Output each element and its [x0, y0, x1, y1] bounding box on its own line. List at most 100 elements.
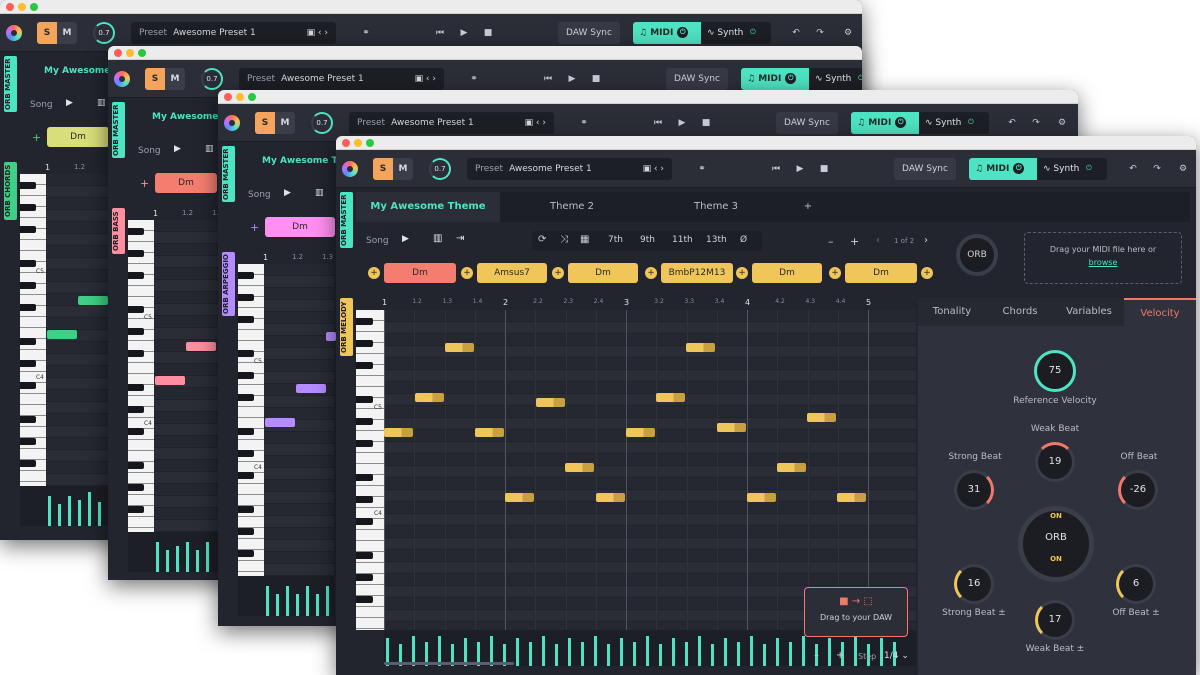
- step-select[interactable]: 1/4 ⌄: [884, 651, 909, 661]
- redo-icon[interactable]: ↷: [1149, 158, 1165, 180]
- close-dot[interactable]: [342, 139, 350, 147]
- note[interactable]: [626, 428, 655, 437]
- velocity-bar[interactable]: [828, 638, 831, 666]
- preset-selector[interactable]: Preset Awesome Preset 1 ▣ ‹ ›: [349, 112, 554, 134]
- velocity-bar[interactable]: [763, 644, 766, 666]
- velocity-bar[interactable]: [529, 642, 532, 666]
- undo-icon[interactable]: ↶: [788, 22, 804, 44]
- off-beat-knob[interactable]: -26: [1118, 470, 1158, 510]
- add-chord-icon[interactable]: +: [250, 221, 259, 234]
- orb-master-tab[interactable]: ORB MASTER: [112, 102, 125, 158]
- add-chord-icon[interactable]: +: [368, 267, 380, 279]
- close-dot[interactable]: [224, 93, 232, 101]
- preset-arrows-icon[interactable]: ▣ ‹ ›: [307, 22, 328, 44]
- midi-button[interactable]: ♫ MIDI ⏻: [741, 68, 809, 90]
- weak-beat-pm-knob[interactable]: 17: [1035, 600, 1075, 640]
- preset-arrows-icon[interactable]: ▣ ‹ ›: [525, 112, 546, 134]
- daw-sync-button[interactable]: DAW Sync: [776, 112, 838, 134]
- solo-button[interactable]: S: [145, 68, 165, 90]
- velocity-lane[interactable]: [128, 532, 220, 572]
- note[interactable]: [415, 393, 444, 402]
- synth-button[interactable]: ∿ Synth ⏻: [701, 22, 771, 44]
- velocity-bar[interactable]: [854, 636, 857, 666]
- browse-link[interactable]: browse: [1025, 258, 1181, 267]
- velocity-bar[interactable]: [594, 636, 597, 666]
- velocity-bar[interactable]: [633, 642, 636, 666]
- note[interactable]: [384, 428, 413, 437]
- minimize-dot[interactable]: [236, 93, 244, 101]
- volume-knob[interactable]: 0.7: [429, 158, 451, 180]
- note[interactable]: [717, 423, 746, 432]
- power-icon[interactable]: ⏻: [785, 73, 797, 84]
- redo-icon[interactable]: ↷: [1028, 112, 1044, 134]
- velocity-lane[interactable]: [238, 576, 334, 616]
- piano-icon[interactable]: ▥: [315, 188, 324, 198]
- piano-keyboard[interactable]: C5 C4: [356, 310, 384, 630]
- velocity-bar[interactable]: [659, 644, 662, 666]
- velocity-bar[interactable]: [646, 636, 649, 666]
- volume-knob[interactable]: 0.7: [201, 68, 223, 90]
- undo-icon[interactable]: ↶: [1004, 112, 1020, 134]
- synth-button[interactable]: ∿ Synth ⏻: [809, 68, 862, 90]
- solo-button[interactable]: S: [37, 22, 57, 44]
- tab-velocity[interactable]: Velocity: [1124, 298, 1196, 326]
- velocity-bar[interactable]: [776, 638, 779, 666]
- power-icon[interactable]: ⏻: [855, 73, 862, 84]
- stop-icon[interactable]: ■: [588, 68, 604, 90]
- velocity-bar[interactable]: [737, 642, 740, 666]
- gear-icon[interactable]: ⚙: [1054, 112, 1070, 134]
- orb-master-tab[interactable]: ORB MASTER: [340, 192, 353, 248]
- ext-13th[interactable]: 13th: [706, 235, 727, 245]
- orb-master-tab[interactable]: ORB MASTER: [4, 56, 17, 112]
- velocity-bar[interactable]: [880, 638, 883, 666]
- chord-block[interactable]: Dm: [265, 217, 335, 237]
- velocity-bar[interactable]: [724, 638, 727, 666]
- chord-block[interactable]: Dm: [568, 263, 638, 283]
- add-chord-icon[interactable]: +: [921, 267, 933, 279]
- zoom-dot[interactable]: [248, 93, 256, 101]
- note[interactable]: [565, 463, 594, 472]
- piano-keyboard[interactable]: C5 C4: [238, 264, 264, 576]
- velocity-bar[interactable]: [542, 636, 545, 666]
- preset-selector[interactable]: Preset Awesome Preset 1 ▣ ‹ ›: [467, 158, 672, 180]
- off-beat-pm-knob[interactable]: 6: [1116, 564, 1156, 604]
- velocity-bar[interactable]: [672, 638, 675, 666]
- daw-sync-button[interactable]: DAW Sync: [666, 68, 728, 90]
- note[interactable]: [265, 418, 295, 427]
- redo-icon[interactable]: ↷: [812, 22, 828, 44]
- velocity-bar[interactable]: [685, 642, 688, 666]
- ext-half-dim[interactable]: Ø: [740, 235, 747, 245]
- link-icon[interactable]: ⚭: [358, 22, 374, 44]
- add-chord-icon[interactable]: +: [552, 267, 564, 279]
- power-icon[interactable]: ⏻: [965, 117, 977, 128]
- power-icon[interactable]: ⏻: [895, 117, 907, 128]
- synth-button[interactable]: ∿ Synth ⏻: [919, 112, 989, 134]
- horizontal-scrollbar[interactable]: [384, 662, 514, 665]
- drag-to-daw-box[interactable]: ■ → ⬚ Drag to your DAW: [804, 587, 908, 637]
- note[interactable]: [47, 330, 77, 339]
- play-icon[interactable]: ▶: [564, 68, 580, 90]
- note[interactable]: [475, 428, 504, 437]
- velocity-lane[interactable]: [20, 486, 110, 526]
- velocity-bar[interactable]: [581, 642, 584, 666]
- zoom-in-button[interactable]: +: [850, 235, 859, 248]
- zoom-out-button[interactable]: –: [814, 650, 819, 661]
- export-icon[interactable]: ⇥: [456, 233, 464, 244]
- weak-beat-knob[interactable]: 19: [1035, 442, 1075, 482]
- theme-tab[interactable]: My Awesome: [44, 66, 110, 76]
- power-icon[interactable]: ⏻: [1083, 163, 1095, 174]
- gear-icon[interactable]: ⚙: [840, 22, 856, 44]
- power-icon[interactable]: ⏻: [677, 27, 689, 38]
- minimize-dot[interactable]: [354, 139, 362, 147]
- strong-beat-pm-knob[interactable]: 16: [954, 564, 994, 604]
- play-icon[interactable]: ▶: [66, 98, 73, 108]
- orb-melody-tab[interactable]: ORB MELODY: [340, 298, 353, 356]
- tab-theme-3[interactable]: Theme 3: [644, 192, 788, 222]
- chord-block[interactable]: Dm: [384, 263, 456, 283]
- ext-9th[interactable]: 9th: [640, 235, 655, 245]
- skip-back-icon[interactable]: ⏮: [432, 22, 448, 44]
- tab-theme-2[interactable]: Theme 2: [500, 192, 644, 222]
- velocity-bar[interactable]: [789, 642, 792, 666]
- tab-tonality[interactable]: Tonality: [918, 298, 986, 326]
- orb-bass-tab[interactable]: ORB BASS: [112, 208, 125, 254]
